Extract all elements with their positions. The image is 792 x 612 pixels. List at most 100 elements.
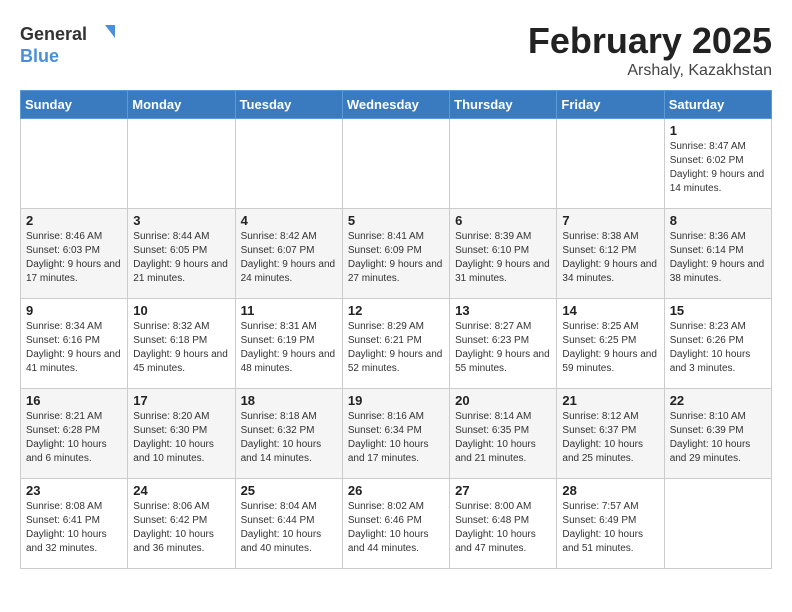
day-info: Sunrise: 8:10 AM Sunset: 6:39 PM Dayligh… bbox=[670, 410, 766, 466]
table-row: 12 Sunrise: 8:29 AM Sunset: 6:21 PM Dayli… bbox=[342, 299, 449, 389]
table-row: 25 Sunrise: 8:04 AM Sunset: 6:44 PM Dayli… bbox=[235, 479, 342, 569]
day-number: 19 bbox=[348, 393, 444, 408]
table-row bbox=[128, 119, 235, 209]
header-thursday: Thursday bbox=[450, 91, 557, 119]
day-info: Sunrise: 8:18 AM Sunset: 6:32 PM Dayligh… bbox=[241, 410, 337, 466]
table-row: 5Sunrise: 8:41 AM Sunset: 6:09 PM Daylig… bbox=[342, 209, 449, 299]
day-info: Sunrise: 8:06 AM Sunset: 6:42 PM Dayligh… bbox=[133, 500, 229, 556]
table-row: 7Sunrise: 8:38 AM Sunset: 6:12 PM Daylig… bbox=[557, 209, 664, 299]
day-number: 26 bbox=[348, 483, 444, 498]
table-row: 23 Sunrise: 8:08 AM Sunset: 6:41 PM Dayli… bbox=[21, 479, 128, 569]
day-number: 18 bbox=[241, 393, 337, 408]
day-info: Sunrise: 8:04 AM Sunset: 6:44 PM Dayligh… bbox=[241, 500, 337, 556]
table-row: 9 Sunrise: 8:34 AM Sunset: 6:16 PM Daylig… bbox=[21, 299, 128, 389]
table-row: 21 Sunrise: 8:12 AM Sunset: 6:37 PM Dayli… bbox=[557, 389, 664, 479]
day-number: 25 bbox=[241, 483, 337, 498]
day-info: Sunrise: 8:32 AM Sunset: 6:18 PM Dayligh… bbox=[133, 320, 229, 376]
day-number: 12 bbox=[348, 303, 444, 318]
day-number: 11 bbox=[241, 303, 337, 318]
table-row: 6Sunrise: 8:39 AM Sunset: 6:10 PM Daylig… bbox=[450, 209, 557, 299]
day-info: Sunrise: 7:57 AM Sunset: 6:49 PM Dayligh… bbox=[562, 500, 658, 556]
table-row: 2 Sunrise: 8:46 AM Sunset: 6:03 PM Daylig… bbox=[21, 209, 128, 299]
day-number: 16 bbox=[26, 393, 122, 408]
table-row bbox=[21, 119, 128, 209]
header-tuesday: Tuesday bbox=[235, 91, 342, 119]
day-info: Sunrise: 8:02 AM Sunset: 6:46 PM Dayligh… bbox=[348, 500, 444, 556]
day-number: 27 bbox=[455, 483, 551, 498]
day-info: Sunrise: 8:00 AM Sunset: 6:48 PM Dayligh… bbox=[455, 500, 551, 556]
logo-icon: GeneralBlue bbox=[20, 20, 130, 70]
day-number: 15 bbox=[670, 303, 766, 318]
header-monday: Monday bbox=[128, 91, 235, 119]
day-number: 17 bbox=[133, 393, 229, 408]
table-row: 15 Sunrise: 8:23 AM Sunset: 6:26 PM Dayli… bbox=[664, 299, 771, 389]
table-row: 13 Sunrise: 8:27 AM Sunset: 6:23 PM Dayli… bbox=[450, 299, 557, 389]
table-row: 28Sunrise: 7:57 AM Sunset: 6:49 PM Dayli… bbox=[557, 479, 664, 569]
table-row bbox=[664, 479, 771, 569]
title-block: February 2025 Arshaly, Kazakhstan bbox=[528, 20, 772, 80]
day-info: Sunrise: 8:20 AM Sunset: 6:30 PM Dayligh… bbox=[133, 410, 229, 466]
day-info: Sunrise: 8:08 AM Sunset: 6:41 PM Dayligh… bbox=[26, 500, 122, 556]
table-row: 24 Sunrise: 8:06 AM Sunset: 6:42 PM Dayli… bbox=[128, 479, 235, 569]
day-info: Sunrise: 8:23 AM Sunset: 6:26 PM Dayligh… bbox=[670, 320, 766, 376]
day-info: Sunrise: 8:16 AM Sunset: 6:34 PM Dayligh… bbox=[348, 410, 444, 466]
day-info: Sunrise: 8:25 AM Sunset: 6:25 PM Dayligh… bbox=[562, 320, 658, 376]
day-info: Sunrise: 8:31 AM Sunset: 6:19 PM Dayligh… bbox=[241, 320, 337, 376]
day-number: 9 bbox=[26, 303, 122, 318]
table-row: 10 Sunrise: 8:32 AM Sunset: 6:18 PM Dayli… bbox=[128, 299, 235, 389]
day-info: Sunrise: 8:36 AM Sunset: 6:14 PM Dayligh… bbox=[670, 230, 766, 286]
table-row: 27 Sunrise: 8:00 AM Sunset: 6:48 PM Dayli… bbox=[450, 479, 557, 569]
day-number: 10 bbox=[133, 303, 229, 318]
day-number: 20 bbox=[455, 393, 551, 408]
day-info: Sunrise: 8:42 AM Sunset: 6:07 PM Dayligh… bbox=[241, 230, 337, 286]
calendar-header-row: Sunday Monday Tuesday Wednesday Thursday… bbox=[21, 91, 772, 119]
day-info: Sunrise: 8:27 AM Sunset: 6:23 PM Dayligh… bbox=[455, 320, 551, 376]
day-number: 21 bbox=[562, 393, 658, 408]
day-info: Sunrise: 8:47 AM Sunset: 6:02 PM Dayligh… bbox=[670, 140, 766, 196]
day-info: Sunrise: 8:34 AM Sunset: 6:16 PM Dayligh… bbox=[26, 320, 122, 376]
day-number: 23 bbox=[26, 483, 122, 498]
day-info: Sunrise: 8:21 AM Sunset: 6:28 PM Dayligh… bbox=[26, 410, 122, 466]
day-number: 3 bbox=[133, 213, 229, 228]
table-row: 8 Sunrise: 8:36 AM Sunset: 6:14 PM Daylig… bbox=[664, 209, 771, 299]
table-row: 3 Sunrise: 8:44 AM Sunset: 6:05 PM Daylig… bbox=[128, 209, 235, 299]
svg-text:Blue: Blue bbox=[20, 46, 59, 66]
day-number: 8 bbox=[670, 213, 766, 228]
table-row bbox=[450, 119, 557, 209]
day-number: 13 bbox=[455, 303, 551, 318]
calendar-week-row: 9 Sunrise: 8:34 AM Sunset: 6:16 PM Daylig… bbox=[21, 299, 772, 389]
table-row: 4 Sunrise: 8:42 AM Sunset: 6:07 PM Daylig… bbox=[235, 209, 342, 299]
svg-text:General: General bbox=[20, 24, 87, 44]
table-row bbox=[557, 119, 664, 209]
day-number: 4 bbox=[241, 213, 337, 228]
location-subtitle: Arshaly, Kazakhstan bbox=[528, 62, 772, 80]
calendar-week-row: 1 Sunrise: 8:47 AM Sunset: 6:02 PM Daylig… bbox=[21, 119, 772, 209]
month-year-title: February 2025 bbox=[528, 20, 772, 62]
day-number: 1 bbox=[670, 123, 766, 138]
page-header: GeneralBlue February 2025 Arshaly, Kazak… bbox=[20, 20, 772, 80]
day-info: Sunrise: 8:46 AM Sunset: 6:03 PM Dayligh… bbox=[26, 230, 122, 286]
calendar-table: Sunday Monday Tuesday Wednesday Thursday… bbox=[20, 90, 772, 569]
day-info: Sunrise: 8:39 AM Sunset: 6:10 PM Dayligh… bbox=[455, 230, 551, 286]
table-row: 20Sunrise: 8:14 AM Sunset: 6:35 PM Dayli… bbox=[450, 389, 557, 479]
day-number: 2 bbox=[26, 213, 122, 228]
table-row: 16 Sunrise: 8:21 AM Sunset: 6:28 PM Dayli… bbox=[21, 389, 128, 479]
table-row bbox=[342, 119, 449, 209]
day-info: Sunrise: 8:12 AM Sunset: 6:37 PM Dayligh… bbox=[562, 410, 658, 466]
day-number: 24 bbox=[133, 483, 229, 498]
day-number: 14 bbox=[562, 303, 658, 318]
day-info: Sunrise: 8:29 AM Sunset: 6:21 PM Dayligh… bbox=[348, 320, 444, 376]
header-saturday: Saturday bbox=[664, 91, 771, 119]
header-wednesday: Wednesday bbox=[342, 91, 449, 119]
day-info: Sunrise: 8:38 AM Sunset: 6:12 PM Dayligh… bbox=[562, 230, 658, 286]
day-number: 22 bbox=[670, 393, 766, 408]
day-info: Sunrise: 8:44 AM Sunset: 6:05 PM Dayligh… bbox=[133, 230, 229, 286]
calendar-week-row: 16 Sunrise: 8:21 AM Sunset: 6:28 PM Dayli… bbox=[21, 389, 772, 479]
table-row: 19 Sunrise: 8:16 AM Sunset: 6:34 PM Dayli… bbox=[342, 389, 449, 479]
table-row: 1 Sunrise: 8:47 AM Sunset: 6:02 PM Daylig… bbox=[664, 119, 771, 209]
table-row: 17 Sunrise: 8:20 AM Sunset: 6:30 PM Dayli… bbox=[128, 389, 235, 479]
table-row: 14 Sunrise: 8:25 AM Sunset: 6:25 PM Dayli… bbox=[557, 299, 664, 389]
table-row: 11 Sunrise: 8:31 AM Sunset: 6:19 PM Dayli… bbox=[235, 299, 342, 389]
day-info: Sunrise: 8:41 AM Sunset: 6:09 PM Dayligh… bbox=[348, 230, 444, 286]
calendar-week-row: 2 Sunrise: 8:46 AM Sunset: 6:03 PM Daylig… bbox=[21, 209, 772, 299]
